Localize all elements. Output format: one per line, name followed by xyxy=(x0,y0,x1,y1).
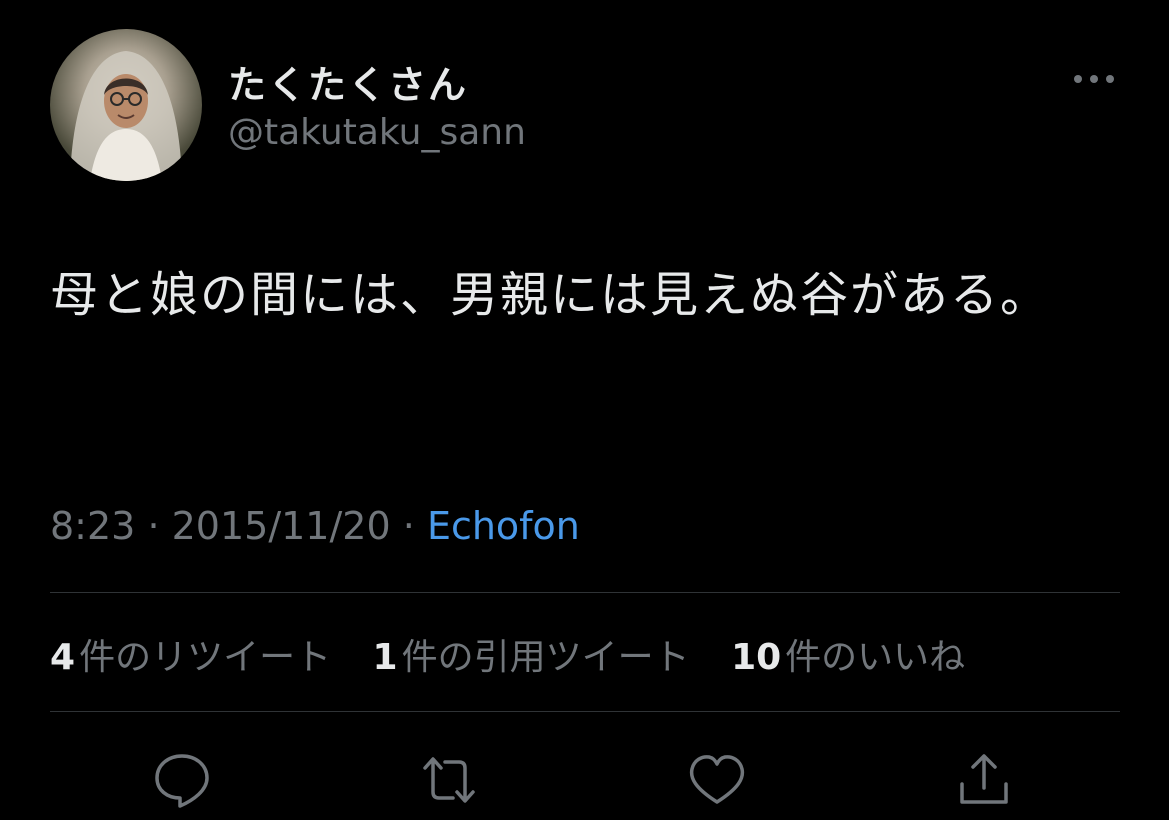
tweet-source-link[interactable]: Echofon xyxy=(427,504,580,548)
more-options-button[interactable] xyxy=(1068,64,1120,94)
tweet-meta: 8:23 · 2015/11/20 · Echofon xyxy=(50,504,580,548)
likes-label: 件のいいね xyxy=(785,637,966,678)
reply-button[interactable] xyxy=(150,748,214,812)
likes-stat[interactable]: 10 件のいいね xyxy=(731,637,965,678)
tweet-date[interactable]: 2015/11/20 xyxy=(172,504,391,548)
avatar[interactable] xyxy=(50,29,202,181)
quotes-count: 1 xyxy=(372,637,398,678)
meta-separator: · xyxy=(147,504,160,548)
share-icon xyxy=(960,754,1008,804)
divider xyxy=(50,711,1120,712)
reply-icon xyxy=(155,754,209,808)
display-name[interactable]: たくたくさん xyxy=(228,54,468,109)
retweet-button[interactable] xyxy=(417,748,481,812)
tweet-time[interactable]: 8:23 xyxy=(50,504,135,548)
quotes-label: 件の引用ツイート xyxy=(401,637,690,678)
divider xyxy=(50,592,1120,593)
retweet-icon xyxy=(423,757,475,803)
likes-count: 10 xyxy=(731,637,782,678)
quotes-stat[interactable]: 1 件の引用ツイート xyxy=(373,637,690,678)
avatar-image xyxy=(70,51,182,181)
meta-separator: · xyxy=(402,504,415,548)
engagement-stats: 4 件のリツイート 1 件の引用ツイート 10 件のいいね xyxy=(50,628,995,680)
tweet-detail: たくたくさん @takutaku_sann 母と娘の間には、男親には見えぬ谷があ… xyxy=(0,0,1169,820)
share-button[interactable] xyxy=(952,748,1016,812)
retweets-stat[interactable]: 4 件のリツイート xyxy=(50,637,331,678)
heart-icon xyxy=(689,755,745,804)
retweets-count: 4 xyxy=(50,637,76,678)
like-button[interactable] xyxy=(685,748,749,812)
retweets-label: 件のリツイート xyxy=(79,637,332,678)
tweet-text: 母と娘の間には、男親には見えぬ谷がある。 xyxy=(50,267,1051,323)
more-horizontal-icon xyxy=(1074,75,1114,83)
user-handle[interactable]: @takutaku_sann xyxy=(228,112,526,153)
